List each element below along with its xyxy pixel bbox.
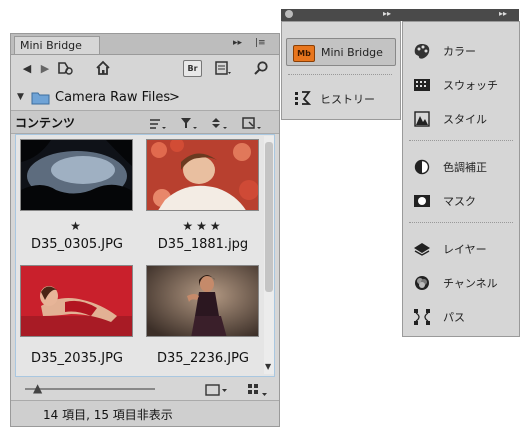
filter-icon[interactable] [179, 115, 199, 129]
thumbnail-image[interactable] [20, 265, 133, 337]
history-icon [294, 90, 312, 106]
tab-mini-bridge[interactable]: Mini Bridge [14, 36, 100, 54]
layers-panel-button[interactable]: レイヤー [403, 234, 519, 264]
mask-icon [413, 192, 431, 210]
file-name-label: D35_2236.JPG [156, 351, 249, 366]
dock-expand-icon[interactable]: ▸▸ [383, 9, 391, 18]
thumbnail-image[interactable] [20, 139, 133, 211]
scroll-down-arrow-icon[interactable]: ▼ [265, 362, 271, 371]
expand-triangle-icon[interactable]: ▼ [17, 92, 24, 102]
forward-arrow-icon[interactable]: ▶ [35, 60, 55, 78]
rating-stars: ★★★ [182, 219, 224, 233]
sort-order-icon[interactable] [209, 115, 229, 129]
palette-icon [413, 42, 431, 60]
adjustment-icon [413, 158, 431, 176]
mini-bridge-dock-button[interactable]: Mb Mini Bridge [286, 38, 396, 66]
panel-view-menu-icon[interactable] [213, 60, 233, 78]
path-folder-label[interactable]: Camera Raw Files [55, 90, 170, 105]
recent-folders-icon[interactable] [55, 60, 75, 78]
panel-divider [409, 222, 513, 225]
contents-header: コンテンツ [11, 110, 279, 134]
history-dock-button[interactable]: ヒストリー [286, 84, 396, 112]
file-name-label: D35_1881.jpg [157, 237, 249, 252]
folder-icon [31, 90, 50, 105]
path-bar: ▼ Camera Raw Files > [11, 87, 279, 109]
panel-label: パス [443, 311, 465, 324]
status-bar: 14 項目, 15 項目非表示 [11, 400, 279, 426]
content-scrollbar[interactable]: ▼ [264, 136, 274, 374]
panel-label: 色調補正 [443, 161, 487, 174]
panel-label: レイヤー [443, 243, 487, 256]
file-name-label: D35_2035.JPG [30, 351, 123, 366]
paths-panel-button[interactable]: パス [403, 302, 519, 332]
thumbnail-image[interactable] [146, 139, 259, 211]
channels-panel-button[interactable]: チャンネル [403, 268, 519, 298]
paths-icon [413, 308, 431, 326]
contents-title: コンテンツ [15, 116, 76, 130]
adjustments-panel-button[interactable]: 色調補正 [403, 152, 519, 182]
thumbnail-grid: ★ D35_0305.JPG ★★★ D35_1881.jpg D35_2035… [15, 134, 275, 377]
view-mode-icon[interactable] [205, 382, 229, 396]
dock-grip-icon[interactable] [285, 10, 293, 18]
style-icon [413, 110, 431, 128]
scrollbar-thumb[interactable] [265, 142, 273, 292]
mb-logo-icon: Mb [293, 45, 315, 62]
collapse-panel-icon[interactable]: ▸▸ [233, 38, 242, 48]
panel-label: マスク [443, 195, 476, 208]
tools-menu-icon[interactable] [241, 115, 263, 129]
dock-button-label: ヒストリー [320, 93, 375, 106]
collapsed-dock: Mb Mini Bridge ヒストリー [281, 21, 401, 120]
dock-button-label: Mini Bridge [321, 46, 383, 59]
masks-panel-button[interactable]: マスク [403, 186, 519, 216]
thumbnail-image[interactable] [146, 265, 259, 337]
panel-icon-dock: カラー スウォッチ スタイル 色調補正 マスク レイヤー チャンネル パス [402, 21, 520, 337]
path-breadcrumb-arrow[interactable]: > [169, 90, 180, 105]
color-panel-button[interactable]: カラー [403, 36, 519, 66]
panel-expand-icon[interactable]: ▸▸ [499, 9, 507, 18]
back-arrow-icon[interactable]: ◀ [17, 60, 37, 78]
grid-view-icon[interactable] [247, 382, 271, 396]
item-count-status: 14 項目, 15 項目非表示 [43, 408, 173, 422]
file-name-label: D35_0305.JPG [30, 237, 123, 252]
panel-label: スタイル [443, 113, 487, 126]
panel-divider [409, 140, 513, 143]
panel-tab-bar: Mini Bridge ▸▸ |≡ [11, 34, 279, 55]
navigation-toolbar: ◀ ▶ Br [11, 55, 279, 83]
styles-panel-button[interactable]: スタイル [403, 104, 519, 134]
mini-bridge-panel: Mini Bridge ▸▸ |≡ ◀ ▶ Br ▼ Camera Raw Fi… [10, 33, 280, 427]
sort-list-icon[interactable] [148, 115, 168, 129]
panel-label: スウォッチ [443, 79, 498, 92]
panel-label: カラー [443, 45, 476, 58]
search-icon[interactable] [251, 60, 271, 78]
home-icon[interactable] [93, 60, 113, 78]
rating-stars: ★ [70, 219, 84, 233]
dock-divider [288, 74, 392, 77]
swatch-grid-icon [413, 76, 431, 94]
dock-title-bar[interactable]: ▸▸ ▸▸ [281, 9, 519, 21]
panel-label: チャンネル [443, 277, 498, 290]
panel-menu-icon[interactable]: |≡ [255, 38, 266, 48]
channels-icon [413, 274, 431, 292]
swatches-panel-button[interactable]: スウォッチ [403, 70, 519, 100]
thumbnail-size-bar: ▲ [11, 378, 279, 400]
zoom-slider-track[interactable] [25, 388, 155, 390]
zoom-slider-thumb[interactable]: ▲ [33, 381, 42, 395]
launch-bridge-button[interactable]: Br [183, 60, 202, 77]
layers-icon [413, 240, 431, 258]
